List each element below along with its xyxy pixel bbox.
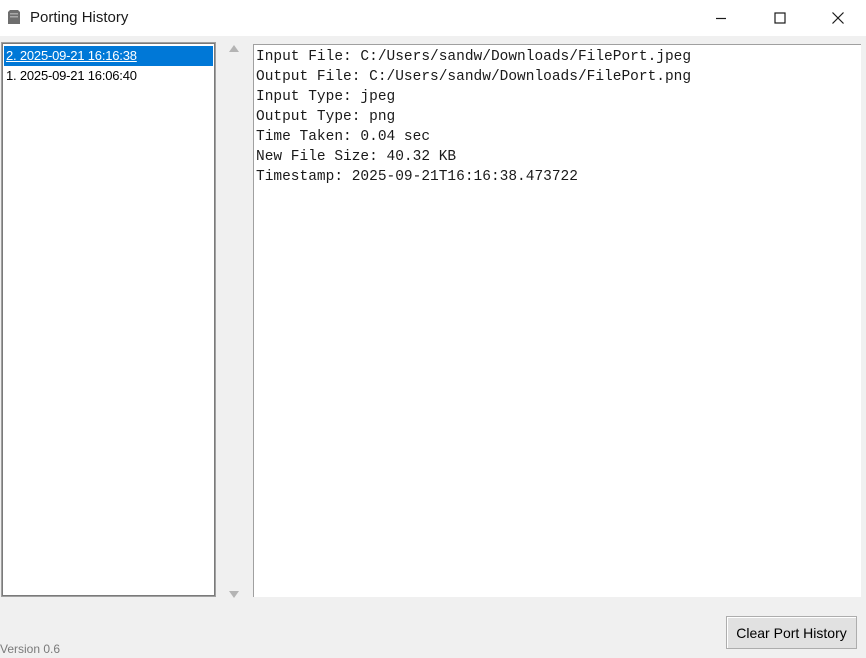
scroll-up-arrow-icon[interactable] [229,45,239,52]
detail-new-file-size: New File Size: 40.32 KB [256,149,457,165]
maximize-button[interactable] [757,0,803,36]
history-listbox[interactable]: 2. 2025-09-21 16:16:38 1. 2025-09-21 16:… [1,42,216,597]
scroll-down-arrow-icon[interactable] [229,591,239,598]
history-item-2[interactable]: 2. 2025-09-21 16:16:38 [4,46,213,66]
maximize-icon [774,12,786,24]
detail-output-type: Output Type: png [256,109,396,125]
detail-timestamp: Timestamp: 2025-09-21T16:16:38.473722 [256,169,578,185]
detail-input-file: Input File: C:/Users/sandw/Downloads/Fil… [256,49,692,65]
history-item-1[interactable]: 1. 2025-09-21 16:06:40 [4,66,213,86]
detail-output-file: Output File: C:/Users/sandw/Downloads/Fi… [256,69,692,85]
close-icon [832,12,844,24]
detail-input-type: Input Type: jpeg [256,89,396,105]
porting-history-window: Porting History 2. 2025-09-21 16:16:38 1… [0,0,866,658]
details-scrollbar[interactable] [225,40,244,602]
detail-time-taken: Time Taken: 0.04 sec [256,129,431,145]
version-label: Version 0.6 [0,642,61,656]
window-title: Porting History [30,9,129,26]
close-button[interactable] [815,0,861,36]
title-bar[interactable]: Porting History [0,0,866,36]
details-text-area[interactable]: Input File: C:/Users/sandw/Downloads/Fil… [253,44,861,597]
minimize-icon [716,17,726,20]
clear-port-history-button[interactable]: Clear Port History [726,616,857,649]
app-icon [8,10,20,24]
minimize-button[interactable] [698,0,744,36]
